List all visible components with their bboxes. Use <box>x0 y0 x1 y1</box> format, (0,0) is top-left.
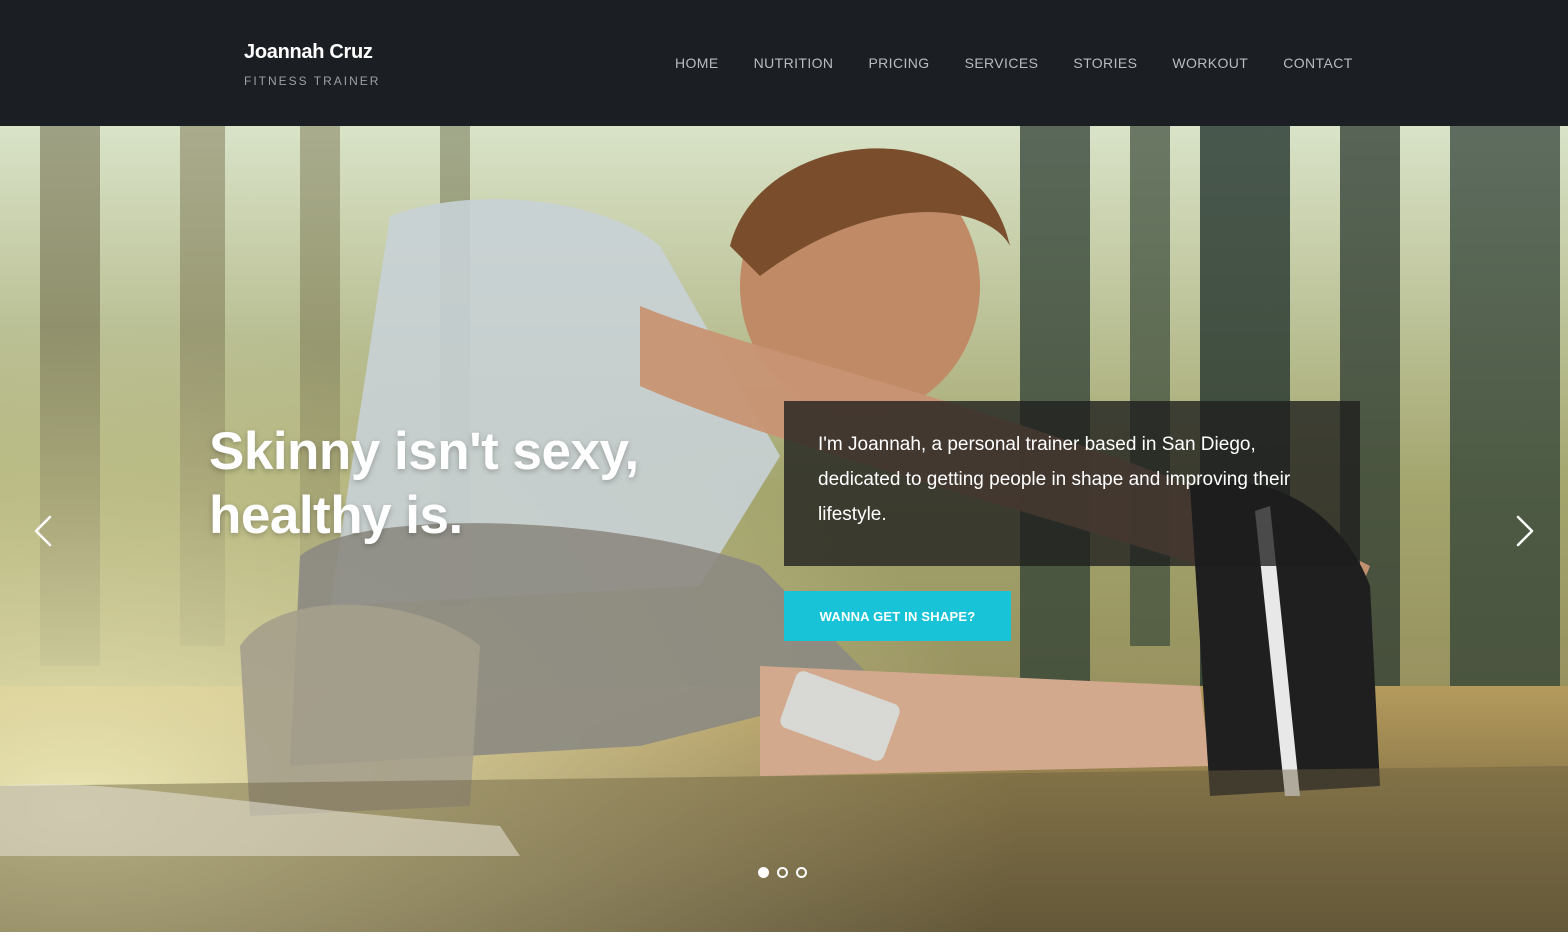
nav-item-nutrition[interactable]: NUTRITION <box>754 54 834 72</box>
slider-dots <box>758 867 807 878</box>
headline-line-1: Skinny isn't sexy, <box>209 422 639 481</box>
slider-next-button[interactable] <box>1510 513 1538 549</box>
nav-item-pricing[interactable]: PRICING <box>868 54 929 72</box>
nav-item-services[interactable]: SERVICES <box>965 54 1039 72</box>
brand-name[interactable]: Joannah Cruz <box>244 40 380 64</box>
nav-item-home[interactable]: HOME <box>675 54 719 72</box>
slider-dot-3[interactable] <box>796 867 807 878</box>
slider-dot-1[interactable] <box>758 867 769 878</box>
brand-tagline: FITNESS TRAINER <box>244 74 381 88</box>
slider-dot-2[interactable] <box>777 867 788 878</box>
chevron-right-icon <box>1516 515 1534 547</box>
hero-headline: Skinny isn't sexy, healthy is. <box>209 420 769 548</box>
nav-item-workout[interactable]: WORKOUT <box>1172 54 1248 72</box>
intro-box: I'm Joannah, a personal trainer based in… <box>784 401 1360 566</box>
nav-item-stories[interactable]: STORIES <box>1073 54 1137 72</box>
page-bottom-strip <box>0 932 1568 943</box>
chevron-left-icon <box>34 515 52 547</box>
get-in-shape-button[interactable]: WANNA GET IN SHAPE? <box>784 591 1011 641</box>
main-nav: HOME NUTRITION PRICING SERVICES STORIES … <box>675 54 1353 72</box>
brand[interactable]: Joannah Cruz FITNESS TRAINER <box>244 40 380 88</box>
intro-text: I'm Joannah, a personal trainer based in… <box>818 434 1291 525</box>
nav-item-contact[interactable]: CONTACT <box>1283 54 1352 72</box>
slider-prev-button[interactable] <box>30 513 58 549</box>
headline-line-2: healthy is. <box>209 486 463 545</box>
hero-slider: Skinny isn't sexy, healthy is. I'm Joann… <box>0 126 1568 932</box>
site-header: Joannah Cruz FITNESS TRAINER HOME NUTRIT… <box>0 0 1568 126</box>
